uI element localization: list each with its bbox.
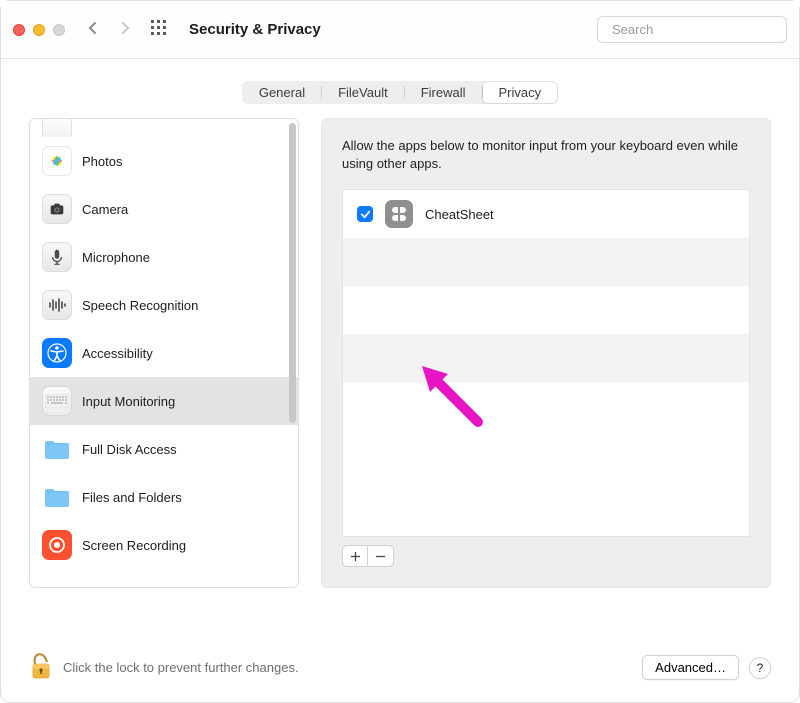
nav-buttons xyxy=(85,20,133,39)
sidebar-item-label: Photos xyxy=(82,154,122,169)
footer: Click the lock to prevent further change… xyxy=(1,639,799,702)
tab-label: FileVault xyxy=(338,85,388,100)
sidebar-item-microphone[interactable]: Microphone xyxy=(30,233,298,281)
record-icon xyxy=(42,530,72,560)
help-button[interactable]: ? xyxy=(749,657,771,679)
search-input[interactable] xyxy=(612,22,788,37)
sidebar-item-full-disk[interactable]: Full Disk Access xyxy=(30,425,298,473)
plus-icon xyxy=(350,551,361,562)
generic-icon xyxy=(42,119,72,137)
lock-text: Click the lock to prevent further change… xyxy=(63,660,299,675)
search-field[interactable] xyxy=(597,16,787,43)
photos-icon xyxy=(42,146,72,176)
sidebar-scrollbar[interactable] xyxy=(289,123,296,423)
keyboard-icon xyxy=(42,386,72,416)
sidebar-item-label: Accessibility xyxy=(82,346,153,361)
folder-icon xyxy=(42,482,72,512)
camera-icon xyxy=(42,194,72,224)
preferences-window: Security & Privacy General FileVault Fir… xyxy=(0,0,800,703)
sidebar-item-photos[interactable]: Photos xyxy=(30,137,298,185)
app-row-empty xyxy=(343,238,749,286)
sidebar-item-label: Camera xyxy=(82,202,128,217)
sidebar-item-accessibility[interactable]: Accessibility xyxy=(30,329,298,377)
waveform-icon xyxy=(42,290,72,320)
sidebar-item-label: Screen Recording xyxy=(82,538,186,553)
lock-icon[interactable] xyxy=(29,651,53,684)
add-button[interactable] xyxy=(342,545,368,567)
app-row-empty xyxy=(343,382,749,422)
close-button[interactable] xyxy=(13,24,25,36)
advanced-button[interactable]: Advanced… xyxy=(642,655,739,680)
cheatsheet-icon xyxy=(385,200,413,228)
minimize-button[interactable] xyxy=(33,24,45,36)
sidebar-item-speech[interactable]: Speech Recognition xyxy=(30,281,298,329)
sidebar-item-label: Full Disk Access xyxy=(82,442,177,457)
show-all-icon[interactable] xyxy=(151,20,167,39)
app-row[interactable]: CheatSheet xyxy=(343,190,749,238)
sidebar-item-partial[interactable] xyxy=(30,119,298,137)
tab-label: Firewall xyxy=(421,85,466,100)
window-controls xyxy=(13,24,65,36)
add-remove-controls xyxy=(342,545,750,567)
category-sidebar: Photos Camera Microphone xyxy=(29,118,299,588)
titlebar: Security & Privacy xyxy=(1,1,799,59)
accessibility-icon xyxy=(42,338,72,368)
tab-filevault[interactable]: FileVault xyxy=(322,82,404,103)
zoom-button[interactable] xyxy=(53,24,65,36)
microphone-icon xyxy=(42,242,72,272)
content-area: Photos Camera Microphone xyxy=(1,118,799,639)
app-name: CheatSheet xyxy=(425,207,494,222)
sidebar-item-input-monitoring[interactable]: Input Monitoring xyxy=(30,377,298,425)
sidebar-item-label: Speech Recognition xyxy=(82,298,198,313)
folder-icon xyxy=(42,434,72,464)
app-list: CheatSheet xyxy=(342,189,750,537)
tab-row: General FileVault Firewall Privacy xyxy=(1,59,799,118)
sidebar-item-label: Input Monitoring xyxy=(82,394,175,409)
tab-privacy[interactable]: Privacy xyxy=(483,82,558,103)
app-row-empty xyxy=(343,286,749,334)
remove-button[interactable] xyxy=(368,545,394,567)
app-checkbox[interactable] xyxy=(357,206,373,222)
tab-label: General xyxy=(259,85,305,100)
back-button[interactable] xyxy=(85,20,101,39)
pane-description: Allow the apps below to monitor input fr… xyxy=(342,137,750,173)
minus-icon xyxy=(375,551,386,562)
sidebar-item-files-folders[interactable]: Files and Folders xyxy=(30,473,298,521)
sidebar-item-label: Microphone xyxy=(82,250,150,265)
detail-pane: Allow the apps below to monitor input fr… xyxy=(321,118,771,588)
forward-button[interactable] xyxy=(117,20,133,39)
app-row-empty xyxy=(343,334,749,382)
segmented-control: General FileVault Firewall Privacy xyxy=(242,81,558,104)
tab-firewall[interactable]: Firewall xyxy=(405,82,482,103)
check-icon xyxy=(360,209,371,220)
sidebar-item-camera[interactable]: Camera xyxy=(30,185,298,233)
tab-label: Privacy xyxy=(499,85,542,100)
window-title: Security & Privacy xyxy=(189,21,321,38)
tab-general[interactable]: General xyxy=(243,82,321,103)
sidebar-item-screen-recording[interactable]: Screen Recording xyxy=(30,521,298,569)
sidebar-item-label: Files and Folders xyxy=(82,490,182,505)
